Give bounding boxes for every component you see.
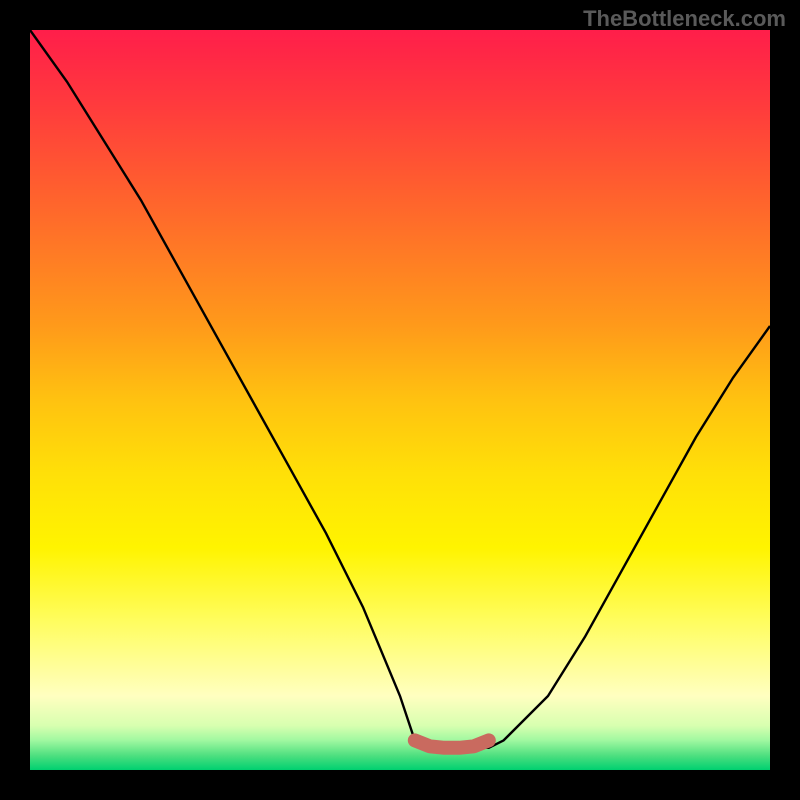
watermark-text: TheBottleneck.com xyxy=(583,6,786,32)
bottleneck-curve-path xyxy=(30,30,770,748)
chart-plot-area xyxy=(30,30,770,770)
flat-region-marker-path xyxy=(415,740,489,747)
chart-svg xyxy=(30,30,770,770)
